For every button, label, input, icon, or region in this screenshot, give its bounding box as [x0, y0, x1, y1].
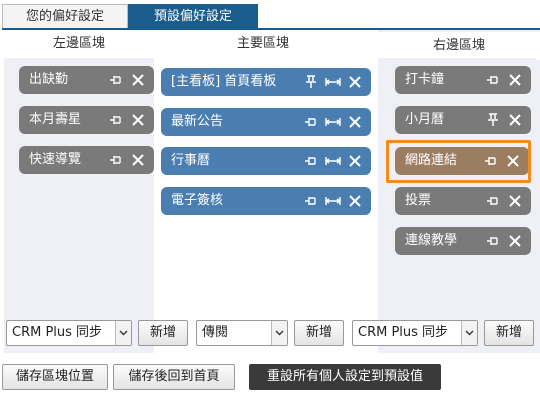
main-widget-select[interactable]: 傳閱: [196, 320, 288, 346]
close-icon[interactable]: [507, 233, 523, 249]
widget-label: 行事曆: [171, 153, 211, 168]
tab-default-preferences[interactable]: 預設偏好設定: [128, 4, 258, 28]
close-icon[interactable]: [130, 152, 146, 168]
pushpin-icon[interactable]: [303, 74, 319, 90]
save-and-home-button[interactable]: 儲存後回到首頁: [113, 364, 235, 390]
left-widget-select[interactable]: CRM Plus 同步: [6, 320, 132, 346]
widget-label: 打卡鐘: [405, 72, 445, 87]
pushpin-icon[interactable]: [485, 112, 501, 128]
save-position-button[interactable]: 儲存區塊位置: [2, 364, 108, 390]
left-column-title: 左邊區塊: [4, 30, 154, 58]
right-column-panel: [378, 58, 536, 314]
width-icon[interactable]: [325, 193, 341, 209]
close-icon[interactable]: [507, 72, 523, 88]
widget-label: 連線教學: [405, 233, 458, 248]
left-add-button[interactable]: 新增: [138, 320, 188, 346]
pin-icon[interactable]: [303, 114, 319, 130]
widget-announcements[interactable]: 最新公告: [161, 108, 371, 136]
widget-label: 投票: [405, 193, 432, 208]
pin-icon[interactable]: [485, 193, 501, 209]
main-column-panel: [154, 58, 372, 314]
close-icon[interactable]: [347, 114, 363, 130]
widget-connection-tutorial[interactable]: 連線教學: [395, 227, 531, 255]
pin-icon[interactable]: [108, 112, 124, 128]
widget-e-signoff[interactable]: 電子簽核: [161, 187, 371, 215]
widget-punch-clock[interactable]: 打卡鐘: [395, 66, 531, 94]
pin-icon[interactable]: [108, 152, 124, 168]
widget-label: 本月壽星: [29, 112, 82, 127]
widget-label: 最新公告: [171, 114, 224, 129]
chevron-down-icon: [461, 321, 477, 345]
width-icon[interactable]: [325, 153, 341, 169]
width-icon[interactable]: [325, 114, 341, 130]
tab-your-preferences[interactable]: 您的偏好設定: [2, 4, 128, 28]
widget-attendance[interactable]: 出缺勤: [19, 66, 154, 94]
selected-widget-highlight: [386, 140, 531, 183]
close-icon[interactable]: [507, 112, 523, 128]
main-column-title: 主要區塊: [154, 30, 372, 58]
left-column-panel: [4, 58, 154, 314]
width-icon[interactable]: [325, 74, 341, 90]
widget-quick-nav[interactable]: 快速導覽: [19, 146, 154, 174]
close-icon[interactable]: [347, 74, 363, 90]
widget-label: [主看板] 首頁看板: [171, 74, 277, 89]
main-add-button[interactable]: 新增: [294, 320, 344, 346]
chevron-down-icon: [271, 321, 287, 345]
pin-icon[interactable]: [303, 193, 319, 209]
close-icon[interactable]: [130, 72, 146, 88]
pin-icon[interactable]: [485, 233, 501, 249]
reset-defaults-button[interactable]: 重設所有個人設定到預設值: [249, 364, 441, 390]
right-widget-select[interactable]: CRM Plus 同步: [352, 320, 478, 346]
widget-label: 電子簽核: [171, 193, 224, 208]
right-column-title: 右邊區塊: [378, 32, 540, 60]
widget-birthdays[interactable]: 本月壽星: [19, 106, 154, 134]
widget-calendar[interactable]: 行事曆: [161, 147, 371, 175]
pin-icon[interactable]: [485, 72, 501, 88]
close-icon[interactable]: [347, 153, 363, 169]
widget-mini-calendar[interactable]: 小月曆: [395, 106, 531, 134]
close-icon[interactable]: [347, 193, 363, 209]
widget-label: 出缺勤: [29, 72, 69, 87]
close-icon[interactable]: [130, 112, 146, 128]
widget-main-board[interactable]: [主看板] 首頁看板: [161, 68, 371, 96]
widget-label: 快速導覽: [29, 152, 82, 167]
pin-icon[interactable]: [108, 72, 124, 88]
right-add-button[interactable]: 新增: [484, 320, 534, 346]
pin-icon[interactable]: [303, 153, 319, 169]
preference-tabs: 您的偏好設定 預設偏好設定: [2, 4, 258, 30]
widget-vote[interactable]: 投票: [395, 187, 531, 215]
close-icon[interactable]: [507, 193, 523, 209]
chevron-down-icon: [115, 321, 131, 345]
widget-label: 小月曆: [405, 112, 445, 127]
